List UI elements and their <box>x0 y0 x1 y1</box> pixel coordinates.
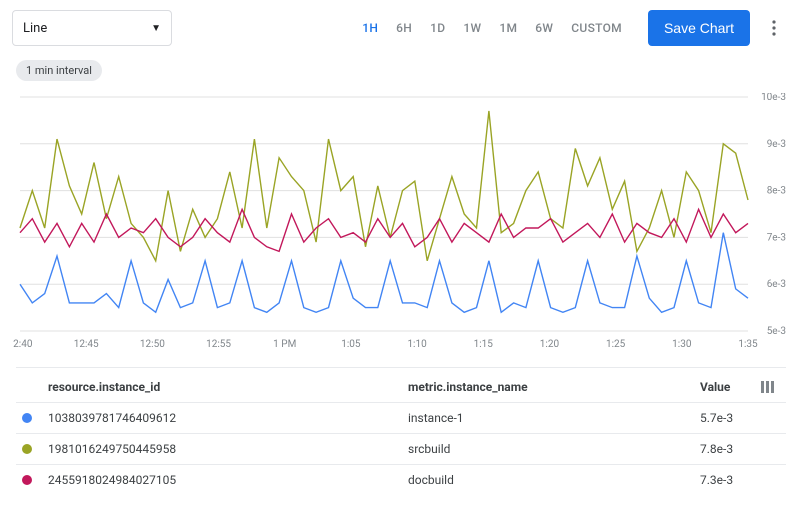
svg-text:8e-3: 8e-3 <box>767 186 786 197</box>
time-range-6w[interactable]: 6W <box>527 13 561 43</box>
time-range-1h[interactable]: 1H <box>354 13 386 43</box>
svg-text:1:30: 1:30 <box>672 339 692 350</box>
legend-swatch <box>22 413 32 423</box>
interval-chip: 1 min interval <box>16 60 102 81</box>
svg-text:12:55: 12:55 <box>206 339 231 350</box>
legend-instance-name: instance-1 <box>408 411 700 425</box>
svg-text:7e-3: 7e-3 <box>767 232 786 243</box>
svg-text:1:15: 1:15 <box>474 339 494 350</box>
legend-instance-name: srcbuild <box>408 442 700 456</box>
svg-text:1:35: 1:35 <box>738 339 758 350</box>
time-range-1m[interactable]: 1M <box>491 13 525 43</box>
svg-text:6e-3: 6e-3 <box>767 279 786 290</box>
more-vert-icon <box>772 20 776 36</box>
svg-text:12:45: 12:45 <box>74 339 99 350</box>
columns-icon <box>761 381 775 393</box>
svg-text:12:50: 12:50 <box>140 339 165 350</box>
time-range-custom[interactable]: CUSTOM <box>563 13 630 43</box>
legend-table: resource.instance_id metric.instance_nam… <box>12 353 790 495</box>
legend-value: 7.3e-3 <box>700 473 756 487</box>
legend-row[interactable]: 1981016249750445958srcbuild7.8e-3 <box>16 433 786 464</box>
legend-row[interactable]: 1038039781746409612instance-15.7e-3 <box>16 402 786 433</box>
legend-value: 7.8e-3 <box>700 442 756 456</box>
more-menu-button[interactable] <box>758 10 790 46</box>
legend-row[interactable]: 2455918024984027105docbuild7.3e-3 <box>16 464 786 495</box>
legend-header-value: Value <box>700 380 756 394</box>
legend-instance-name: docbuild <box>408 473 700 487</box>
legend-instance-id: 1981016249750445958 <box>48 442 408 456</box>
legend-header-instance-id: resource.instance_id <box>48 380 408 394</box>
svg-text:9e-3: 9e-3 <box>767 139 786 150</box>
legend-instance-id: 2455918024984027105 <box>48 473 408 487</box>
legend-columns-button[interactable] <box>756 381 780 393</box>
legend-header-instance-name: metric.instance_name <box>408 380 700 394</box>
svg-text:1:25: 1:25 <box>606 339 626 350</box>
svg-text:12:40: 12:40 <box>12 339 33 350</box>
chevron-down-icon: ▼ <box>151 23 161 34</box>
svg-text:1:10: 1:10 <box>407 339 427 350</box>
chart-type-select[interactable]: Line ▼ <box>12 10 172 46</box>
legend-swatch <box>22 444 32 454</box>
legend-value: 5.7e-3 <box>700 411 756 425</box>
svg-text:1:20: 1:20 <box>540 339 560 350</box>
svg-text:5e-3: 5e-3 <box>767 326 786 337</box>
time-range-1d[interactable]: 1D <box>422 13 453 43</box>
time-range-1w[interactable]: 1W <box>455 13 489 43</box>
chart-type-label: Line <box>23 21 47 36</box>
line-chart: 5e-3 6e-3 7e-3 8e-3 9e-3 10e-3 12:40 12:45 12:50… <box>12 93 790 353</box>
save-chart-button[interactable]: Save Chart <box>648 10 750 46</box>
svg-text:1 PM: 1 PM <box>273 339 296 350</box>
time-range-6h[interactable]: 6H <box>388 13 420 43</box>
legend-instance-id: 1038039781746409612 <box>48 411 408 425</box>
svg-text:10e-3: 10e-3 <box>761 93 786 103</box>
svg-text:1:05: 1:05 <box>341 339 361 350</box>
legend-swatch <box>22 475 32 485</box>
legend-header-row: resource.instance_id metric.instance_nam… <box>16 367 786 402</box>
toolbar: Line ▼ 1H6H1D1W1M6WCUSTOM Save Chart <box>12 10 790 46</box>
time-range-group: 1H6H1D1W1M6WCUSTOM <box>354 13 630 43</box>
